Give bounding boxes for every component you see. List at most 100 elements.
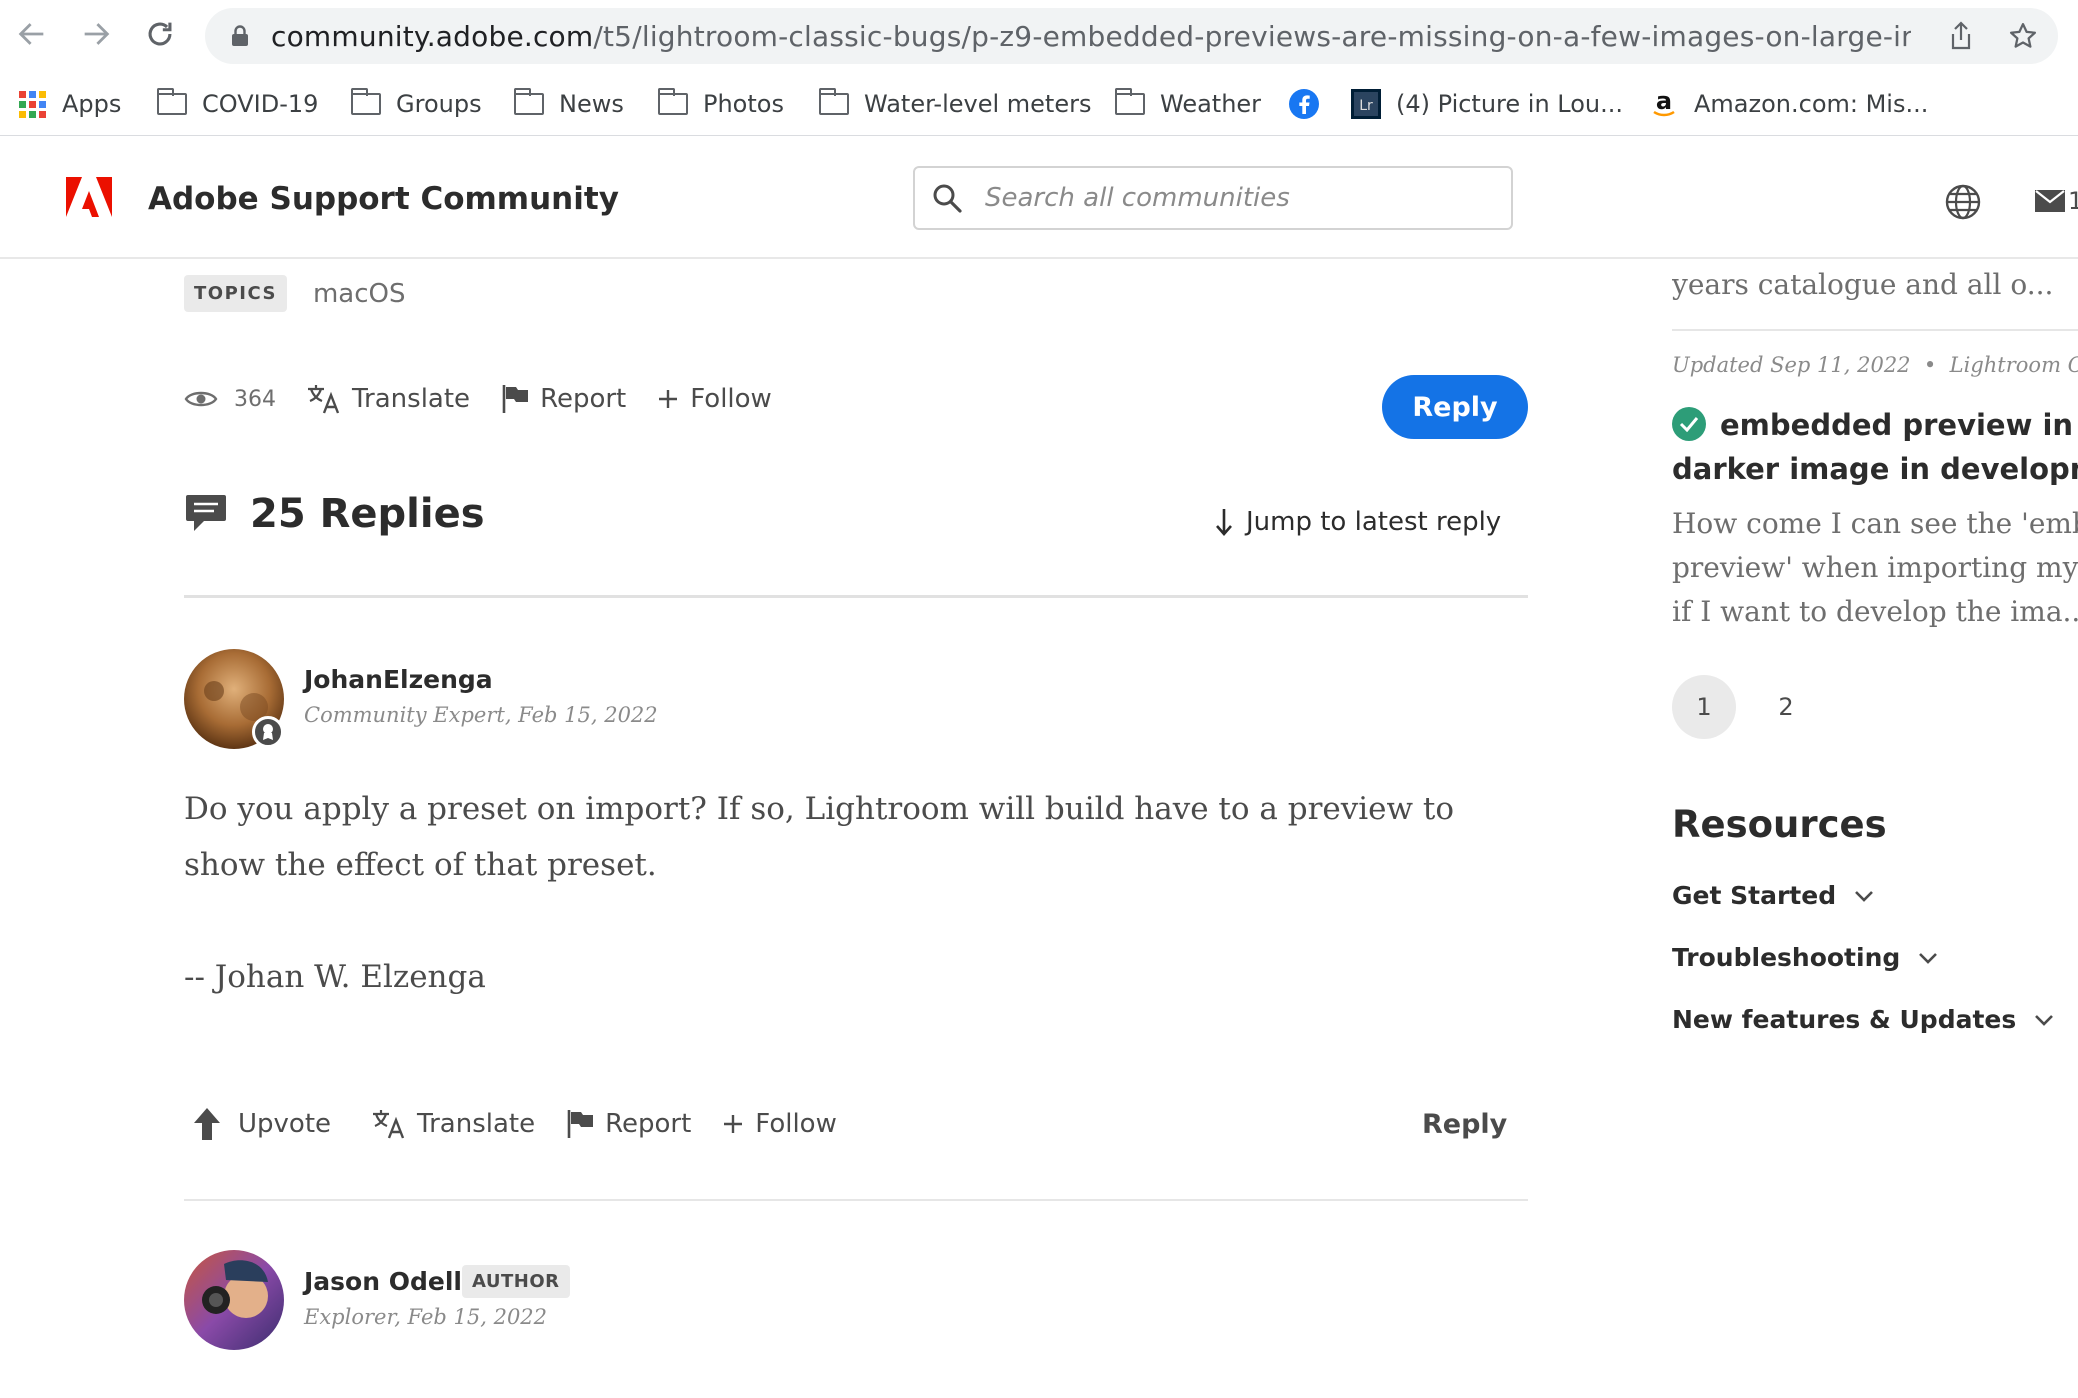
amazon-icon: a bbox=[1648, 89, 1680, 118]
translate-label: Translate bbox=[352, 384, 471, 414]
reload-button[interactable] bbox=[140, 14, 180, 54]
author-name[interactable]: Jason Odell bbox=[304, 1267, 462, 1296]
author-role: Explorer bbox=[304, 1305, 395, 1329]
site-header: Adobe Support Community 1 bbox=[0, 137, 2078, 259]
bookmark-label: (4) Picture in Lou... bbox=[1396, 90, 1624, 118]
post-signature: -- Johan W. Elzenga bbox=[184, 959, 486, 995]
related-title-line-2: darker image in development bbox=[1672, 452, 2078, 486]
report-button[interactable]: Report bbox=[500, 383, 626, 415]
apps-grid-icon bbox=[16, 90, 48, 118]
bookmark-label: Apps bbox=[62, 90, 122, 118]
mail-count: 1 bbox=[2068, 187, 2078, 215]
updated-meta: Updated Sep 11, 2022 • Lightroom Class bbox=[1672, 353, 2078, 377]
jump-to-latest-link[interactable]: Jump to latest reply bbox=[1214, 507, 1501, 537]
follow-button[interactable]: Follow bbox=[721, 1109, 837, 1139]
address-bar[interactable]: community.adobe.com/t5/lightroom-classic… bbox=[205, 8, 2058, 64]
forward-button[interactable] bbox=[76, 14, 116, 54]
search-box[interactable] bbox=[913, 166, 1513, 230]
globe-icon[interactable] bbox=[1944, 183, 1982, 221]
bookmark-news[interactable]: News bbox=[513, 86, 624, 122]
author-meta: Explorer, Feb 15, 2022 bbox=[304, 1305, 548, 1329]
avatar[interactable] bbox=[184, 1250, 284, 1350]
translate-button[interactable]: Translate bbox=[306, 383, 470, 415]
translate-icon bbox=[308, 385, 340, 414]
replies-count: 25 Replies bbox=[250, 491, 485, 537]
post-divider bbox=[184, 1199, 1528, 1201]
post-date: Feb 15, 2022 bbox=[407, 1305, 548, 1329]
resource-troubleshooting[interactable]: Troubleshooting bbox=[1672, 943, 1938, 972]
bookmark-label: Photos bbox=[703, 90, 784, 118]
bookmark-weather[interactable]: Weather bbox=[1114, 86, 1261, 122]
related-topic-link[interactable]: embedded preview in libra darker image i… bbox=[1672, 403, 2078, 491]
bookmark-covid-19[interactable]: COVID-19 bbox=[156, 86, 318, 122]
share-icon[interactable] bbox=[1945, 20, 1977, 52]
resources-heading: Resources bbox=[1672, 803, 1887, 846]
back-button[interactable] bbox=[12, 14, 52, 54]
chevron-down-icon bbox=[1919, 952, 1938, 964]
page-1-button[interactable]: 1 bbox=[1672, 675, 1736, 739]
translate-button[interactable]: Translate bbox=[371, 1108, 535, 1140]
page-2-button[interactable]: 2 bbox=[1754, 675, 1818, 739]
report-button[interactable]: Report bbox=[565, 1108, 691, 1140]
bookmark-apps[interactable]: Apps bbox=[16, 86, 121, 122]
browser-toolbar: community.adobe.com/t5/lightroom-classic… bbox=[0, 0, 2078, 72]
bookmarks-bar: Apps COVID-19 Groups News Photos Water-l… bbox=[0, 72, 2078, 136]
reply-button[interactable]: Reply bbox=[1382, 375, 1528, 439]
plus-icon bbox=[659, 390, 678, 408]
bookmark-picture-in-lou[interactable]: Lr (4) Picture in Lou... bbox=[1350, 86, 1623, 122]
replies-divider bbox=[184, 595, 1528, 598]
url-host: community.adobe.com bbox=[271, 19, 594, 53]
upvote-button[interactable]: Upvote bbox=[192, 1107, 331, 1141]
follow-button[interactable]: Follow bbox=[656, 384, 772, 414]
author-role: Community Expert bbox=[304, 703, 505, 727]
upvote-label: Upvote bbox=[238, 1109, 332, 1139]
lock-icon[interactable] bbox=[229, 25, 251, 47]
follow-label: Follow bbox=[690, 384, 772, 414]
site-title[interactable]: Adobe Support Community bbox=[148, 181, 619, 217]
search-input[interactable] bbox=[985, 183, 1505, 213]
topics-label: TOPICS bbox=[184, 275, 287, 312]
author-name[interactable]: JohanElzenga bbox=[304, 665, 493, 694]
chevron-down-icon bbox=[2035, 1014, 2054, 1026]
resource-label: Troubleshooting bbox=[1672, 943, 1901, 972]
post-actions: Upvote Translate Report Follow bbox=[192, 1107, 867, 1141]
flag-icon bbox=[567, 1110, 594, 1138]
bookmark-photos[interactable]: Photos bbox=[657, 86, 784, 122]
bookmark-label: Weather bbox=[1160, 90, 1262, 118]
replies-header: 25 Replies bbox=[184, 491, 485, 537]
topic-link[interactable]: macOS bbox=[313, 279, 406, 309]
expert-badge-icon bbox=[252, 716, 284, 748]
messages-button[interactable]: 1 bbox=[2034, 187, 2078, 215]
translate-icon bbox=[373, 1110, 405, 1139]
pagination: 1 2 bbox=[1672, 675, 1818, 739]
resource-new-features[interactable]: New features & Updates bbox=[1672, 1005, 2054, 1034]
svg-text:a: a bbox=[1656, 89, 1672, 115]
follow-label: Follow bbox=[755, 1109, 837, 1139]
views-value: 364 bbox=[234, 386, 276, 412]
bookmark-amazon[interactable]: a Amazon.com: Mis... bbox=[1648, 86, 1928, 122]
category-link[interactable]: Lightroom Class bbox=[1950, 353, 2078, 377]
chevron-down-icon bbox=[1855, 890, 1874, 902]
bookmark-star-icon[interactable] bbox=[2007, 20, 2039, 52]
bookmark-water-level-meters[interactable]: Water-level meters bbox=[818, 86, 1091, 122]
folder-icon bbox=[513, 88, 545, 118]
translate-label: Translate bbox=[417, 1109, 536, 1139]
sidebar: years catalogue and all o... Updated Sep… bbox=[1672, 259, 2078, 1398]
topics-row: TOPICS macOS bbox=[184, 275, 406, 312]
lr-favicon-icon: Lr bbox=[1350, 89, 1382, 119]
post-body: Do you apply a preset on import? If so, … bbox=[184, 791, 1455, 883]
post-date: Feb 15, 2022 bbox=[518, 703, 658, 727]
previous-snippet: years catalogue and all o... bbox=[1672, 268, 2054, 301]
url-path: /t5/lightroom-classic-bugs/p-z9-embedded… bbox=[593, 19, 1911, 53]
resource-get-started[interactable]: Get Started bbox=[1672, 881, 1874, 910]
bookmark-groups[interactable]: Groups bbox=[350, 86, 482, 122]
url-text[interactable]: community.adobe.com/t5/lightroom-classic… bbox=[271, 20, 1911, 53]
post-reply-link[interactable]: Reply bbox=[1422, 1109, 1507, 1140]
bookmark-label: News bbox=[559, 90, 624, 118]
adobe-logo-icon[interactable] bbox=[66, 177, 112, 217]
bookmark-facebook[interactable] bbox=[1288, 86, 1334, 122]
comment-icon bbox=[186, 495, 226, 531]
plus-icon bbox=[724, 1115, 743, 1133]
back-arrow-icon bbox=[18, 23, 44, 45]
solved-check-icon bbox=[1672, 407, 1706, 441]
